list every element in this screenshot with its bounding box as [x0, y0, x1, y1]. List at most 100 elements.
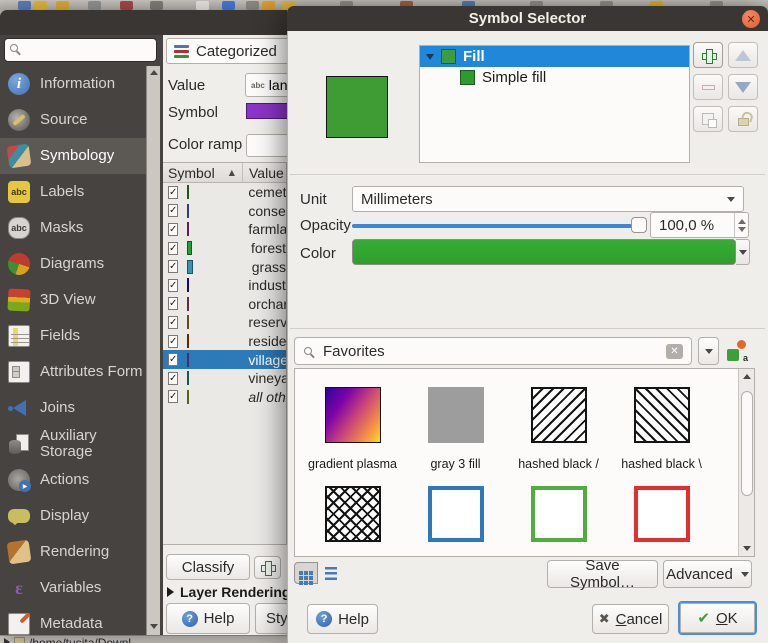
layer-rendering-section[interactable]: Layer Rendering: [167, 584, 287, 600]
row-color-swatch[interactable]: [187, 241, 192, 255]
clear-search-icon[interactable]: ✕: [666, 344, 683, 359]
add-category-button[interactable]: [254, 556, 281, 579]
slider-handle[interactable]: [631, 217, 647, 233]
symbol-item[interactable]: [404, 486, 507, 556]
unit-combobox[interactable]: Millimeters: [352, 186, 744, 212]
classify-button[interactable]: Classify: [166, 554, 250, 580]
help-button[interactable]: ? Help: [307, 604, 378, 634]
duplicate-layer-button[interactable]: [693, 106, 723, 132]
spin-up-icon[interactable]: [738, 219, 746, 224]
symbol-search-box[interactable]: Favorites ✕: [294, 337, 692, 365]
sidebar-scrollbar[interactable]: [146, 66, 160, 635]
sidebar-item[interactable]: 3D View: [0, 282, 146, 318]
categories-table-header[interactable]: Symbol▲ Value: [163, 163, 286, 183]
sidebar-item[interactable]: Labels: [0, 174, 146, 210]
move-down-button[interactable]: [728, 74, 758, 100]
opacity-slider[interactable]: [352, 221, 636, 230]
sidebar-item[interactable]: Masks: [0, 210, 146, 246]
color-ramp-button[interactable]: [246, 134, 287, 157]
table-row[interactable]: vineyard: [163, 369, 286, 388]
table-row[interactable]: orchard: [163, 295, 286, 314]
sidebar-item[interactable]: Auxiliary Storage: [0, 426, 146, 462]
sidebar-item[interactable]: Variables: [0, 570, 146, 606]
row-checkbox[interactable]: [168, 390, 178, 403]
search-filter-dropdown[interactable]: [698, 337, 719, 365]
symbols-scrollbar[interactable]: [738, 369, 754, 556]
row-checkbox[interactable]: [168, 186, 178, 199]
symbol-layer-item[interactable]: Fill: [420, 46, 689, 67]
row-checkbox[interactable]: [168, 223, 178, 236]
row-color-swatch[interactable]: [187, 390, 189, 404]
row-color-swatch[interactable]: [187, 315, 189, 329]
row-checkbox[interactable]: [168, 316, 178, 329]
sidebar-item[interactable]: Metadata: [0, 606, 146, 635]
row-checkbox[interactable]: [168, 353, 178, 366]
symbol-layer-item[interactable]: Simple fill: [420, 67, 689, 88]
row-color-swatch[interactable]: [187, 297, 189, 311]
table-row[interactable]: farmland: [163, 220, 286, 239]
scroll-up-icon[interactable]: [150, 70, 158, 75]
row-color-swatch[interactable]: [187, 278, 189, 292]
color-button[interactable]: [352, 239, 736, 265]
row-checkbox[interactable]: [168, 372, 178, 385]
layer-properties-titlebar[interactable]: [0, 10, 287, 35]
row-checkbox[interactable]: [168, 204, 178, 217]
table-row[interactable]: reservoir: [163, 313, 286, 332]
symbol-item[interactable]: gray 3 fill: [404, 387, 507, 472]
row-color-swatch[interactable]: [187, 222, 189, 236]
sidebar-item[interactable]: Display: [0, 498, 146, 534]
scrollbar-thumb[interactable]: [741, 391, 753, 496]
value-column-header[interactable]: Value: [243, 163, 284, 182]
symbol-thumbnail[interactable]: [634, 387, 690, 443]
symbol-item[interactable]: gradient plasma: [301, 387, 404, 472]
sidebar-item[interactable]: Rendering: [0, 534, 146, 570]
sidebar-search-input[interactable]: [4, 38, 157, 62]
sidebar-item[interactable]: Information: [0, 66, 146, 102]
remove-symbol-layer-button[interactable]: [693, 74, 723, 100]
table-row[interactable]: residential: [163, 332, 286, 351]
cancel-button[interactable]: ✖ Cancel: [592, 604, 669, 634]
symbol-thumbnail[interactable]: [531, 486, 587, 542]
browser-path-row[interactable]: /home/tusita/Downl: [4, 636, 131, 643]
sidebar-item[interactable]: Symbology: [0, 138, 146, 174]
row-checkbox[interactable]: [168, 279, 178, 292]
row-checkbox[interactable]: [168, 335, 178, 348]
sidebar-item[interactable]: Fields: [0, 318, 146, 354]
symbol-thumbnail[interactable]: [428, 387, 484, 443]
color-dropdown-button[interactable]: [736, 239, 750, 265]
symbol-thumbnail[interactable]: [531, 387, 587, 443]
style-manager-button[interactable]: a: [725, 339, 749, 363]
row-color-swatch[interactable]: [187, 371, 189, 385]
symbol-item[interactable]: [610, 486, 713, 556]
spin-down-icon[interactable]: [738, 227, 746, 232]
sidebar-item[interactable]: Joins: [0, 390, 146, 426]
symbol-thumbnail[interactable]: [325, 387, 381, 443]
row-checkbox[interactable]: [168, 242, 178, 255]
scroll-up-icon[interactable]: [743, 374, 751, 379]
row-checkbox[interactable]: [168, 297, 178, 310]
sidebar-item[interactable]: Diagrams: [0, 246, 146, 282]
move-up-button[interactable]: [728, 42, 758, 68]
row-color-swatch[interactable]: [187, 334, 189, 348]
lp-style-button[interactable]: Style: [255, 603, 287, 634]
symbol-item[interactable]: hashed black /: [507, 387, 610, 472]
table-row[interactable]: conservation: [163, 202, 286, 221]
add-symbol-layer-button[interactable]: [693, 42, 723, 68]
sidebar-item[interactable]: Actions: [0, 462, 146, 498]
save-symbol-button[interactable]: Save Symbol…: [547, 560, 658, 588]
table-row[interactable]: village: [163, 350, 286, 369]
row-color-swatch[interactable]: [187, 204, 189, 218]
renderer-type-combobox[interactable]: Categorized: [166, 38, 287, 64]
table-row[interactable]: cemetery: [163, 183, 286, 202]
table-row[interactable]: industrial: [163, 276, 286, 295]
symbol-swatch-button[interactable]: [246, 103, 287, 119]
symbol-column-header[interactable]: Symbol: [168, 165, 215, 181]
row-color-swatch[interactable]: [187, 260, 192, 274]
lock-colors-button[interactable]: [728, 106, 758, 132]
symbol-thumbnail[interactable]: [325, 486, 381, 542]
advanced-button[interactable]: Advanced: [663, 560, 752, 588]
expanded-arrow-icon[interactable]: [426, 54, 434, 60]
close-icon[interactable]: ✕: [742, 10, 760, 28]
list-view-toggle[interactable]: [319, 562, 343, 584]
value-field[interactable]: abc landuse: [245, 73, 287, 97]
